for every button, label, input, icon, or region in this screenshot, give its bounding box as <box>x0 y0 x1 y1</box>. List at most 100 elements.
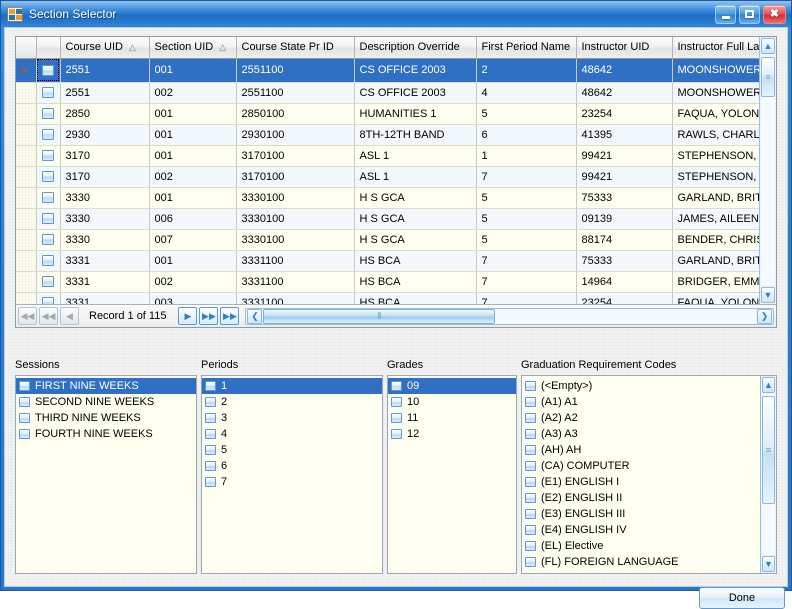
cell-course-uid[interactable]: 2930 <box>60 124 150 146</box>
checkbox-icon[interactable] <box>525 397 536 407</box>
checkbox-icon[interactable] <box>19 397 30 407</box>
current-row-indicator[interactable]: ▶ <box>16 58 37 83</box>
cell-course-state-pr-id[interactable]: 2930100 <box>236 124 355 146</box>
grades-list[interactable]: 09 10 11 12 <box>388 376 516 573</box>
grad-codes-vertical-scrollbar[interactable]: ▲ ≡ ▼ <box>760 376 776 573</box>
cell-course-uid[interactable]: 3330 <box>60 208 150 230</box>
cell-first-period-name[interactable]: 7 <box>476 250 577 272</box>
grid-hscroll-track[interactable]: ⦀ <box>263 308 756 324</box>
checkbox-icon[interactable] <box>525 509 536 519</box>
cell-section-uid[interactable]: 001 <box>149 58 237 83</box>
cell-course-state-pr-id[interactable]: 3330100 <box>236 187 355 209</box>
nav-last-record-button[interactable]: ▶▶ <box>220 307 240 325</box>
list-item[interactable]: SECOND NINE WEEKS <box>16 394 196 410</box>
checkbox-icon[interactable] <box>525 429 536 439</box>
checkbox-icon[interactable] <box>42 192 54 204</box>
nav-prev-record-button[interactable]: ◀ <box>60 307 79 325</box>
list-item[interactable]: 7 <box>202 474 382 490</box>
scroll-down-arrow-icon[interactable]: ▼ <box>761 287 775 303</box>
row-checkbox-cell[interactable] <box>36 292 61 304</box>
cell-section-uid[interactable]: 001 <box>149 145 237 167</box>
cell-course-uid[interactable]: 2551 <box>60 58 150 83</box>
nav-next-page-button[interactable]: ▶▶ <box>199 307 219 325</box>
cell-course-uid[interactable]: 2850 <box>60 103 150 125</box>
scroll-up-arrow-icon[interactable]: ▲ <box>761 38 775 54</box>
table-row[interactable]: 33310023331100HS BCA714964BRIDGER, EMMET… <box>16 271 759 293</box>
grad-codes-vscroll-thumb[interactable]: ≡ <box>762 396 775 504</box>
sessions-listbox[interactable]: FIRST NINE WEEKS SECOND NINE WEEKS THIRD N… <box>15 375 197 574</box>
list-item[interactable]: (E2) ENGLISH II <box>522 490 760 506</box>
nav-first-record-button[interactable]: ◀◀ <box>18 307 37 325</box>
cell-description-override[interactable]: H S GCA <box>354 187 477 209</box>
table-row[interactable]: 31700023170100ASL 1799421STEPHENSON, GHI… <box>16 166 759 188</box>
cell-section-uid[interactable]: 007 <box>149 229 237 251</box>
list-item[interactable]: (E3) ENGLISH III <box>522 506 760 522</box>
list-item[interactable]: (<Empty>) <box>522 378 760 394</box>
row-indicator[interactable] <box>16 103 37 125</box>
cell-description-override[interactable]: HS BCA <box>354 292 477 304</box>
cell-description-override[interactable]: ASL 1 <box>354 166 477 188</box>
table-row[interactable]: 33300073330100H S GCA588174BENDER, CHRIS… <box>16 229 759 251</box>
close-button[interactable]: ✖ <box>763 4 786 24</box>
checkbox-icon[interactable] <box>525 493 536 503</box>
row-indicator[interactable] <box>16 250 37 272</box>
checkbox-icon[interactable] <box>42 150 54 162</box>
checkbox-icon[interactable] <box>42 255 54 267</box>
cell-course-uid[interactable]: 3170 <box>60 145 150 167</box>
sections-data-grid[interactable]: Course UID △ Section UID △ Course State Pr… <box>15 36 777 328</box>
cell-description-override[interactable]: HS BCA <box>354 271 477 293</box>
table-row[interactable]: 2551 002 2551100 CS OFFICE 2003 4 48642 MOONSH… <box>16 82 759 104</box>
list-item[interactable]: 4 <box>202 426 382 442</box>
cell-instructor-full-last[interactable]: RAWLS, CHARLIE <box>672 124 759 146</box>
cell-section-uid[interactable]: 001 <box>149 124 237 146</box>
checkbox-icon[interactable] <box>391 381 402 391</box>
cell-first-period-name[interactable]: 5 <box>476 103 577 125</box>
list-item[interactable]: 12 <box>388 426 516 442</box>
cell-first-period-name[interactable]: 7 <box>476 166 577 188</box>
grad-codes-listbox[interactable]: (<Empty>) (A1) A1 (A2) A2 (A3) A3 (AH) AH (CA… <box>521 375 777 574</box>
cell-instructor-uid[interactable]: 75333 <box>576 187 673 209</box>
cell-course-state-pr-id[interactable]: 3331100 <box>236 292 355 304</box>
cell-description-override[interactable]: CS OFFICE 2003 <box>354 58 477 83</box>
cell-instructor-uid[interactable]: 88174 <box>576 229 673 251</box>
row-indicator[interactable] <box>16 187 37 209</box>
cell-description-override[interactable]: ASL 1 <box>354 145 477 167</box>
cell-course-state-pr-id[interactable]: 2850100 <box>236 103 355 125</box>
checkbox-icon[interactable] <box>42 171 54 183</box>
nav-prev-page-button[interactable]: ◀◀ <box>39 307 58 325</box>
list-item[interactable]: FOURTH NINE WEEKS <box>16 426 196 442</box>
cell-course-state-pr-id[interactable]: 3170100 <box>236 166 355 188</box>
scroll-right-arrow-icon[interactable]: ❯ <box>757 308 772 324</box>
checkbox-icon[interactable] <box>42 276 54 288</box>
row-indicator[interactable] <box>16 145 37 167</box>
checkbox-icon[interactable] <box>42 234 54 246</box>
done-button[interactable]: Done <box>699 587 785 609</box>
window-title-bar[interactable]: Section Selector ✖ <box>1 1 791 27</box>
table-row[interactable]: 33310013331100HS BCA775333GARLAND, BRITT… <box>16 250 759 272</box>
cell-first-period-name[interactable]: 1 <box>476 145 577 167</box>
list-item[interactable]: (CA) COMPUTER <box>522 458 760 474</box>
grad-codes-list[interactable]: (<Empty>) (A1) A1 (A2) A2 (A3) A3 (AH) AH (CA… <box>522 376 760 573</box>
checkbox-icon[interactable] <box>205 397 216 407</box>
column-header-first-period-name[interactable]: First Period Name <box>476 37 577 59</box>
checkbox-icon[interactable] <box>205 429 216 439</box>
list-item[interactable]: 10 <box>388 394 516 410</box>
scroll-left-arrow-icon[interactable]: ❮ <box>247 308 263 324</box>
cell-section-uid[interactable]: 003 <box>149 292 237 304</box>
checkbox-icon[interactable] <box>525 461 536 471</box>
list-item[interactable]: (A2) A2 <box>522 410 760 426</box>
scroll-up-arrow-icon[interactable]: ▲ <box>762 377 775 393</box>
grad-codes-vscroll-track[interactable]: ≡ <box>762 394 775 555</box>
cell-instructor-uid[interactable]: 48642 <box>576 58 673 83</box>
cell-section-uid[interactable]: 006 <box>149 208 237 230</box>
table-row[interactable]: 31700013170100ASL 1199421STEPHENSON, GHI… <box>16 145 759 167</box>
sessions-list[interactable]: FIRST NINE WEEKS SECOND NINE WEEKS THIRD N… <box>16 376 196 573</box>
list-item[interactable]: THIRD NINE WEEKS <box>16 410 196 426</box>
checkbox-icon[interactable] <box>391 397 402 407</box>
grid-hscroll-thumb[interactable]: ⦀ <box>263 308 495 324</box>
cell-instructor-full-last[interactable]: BENDER, CHRISTOB <box>672 229 759 251</box>
cell-description-override[interactable]: H S GCA <box>354 229 477 251</box>
row-checkbox-cell[interactable] <box>36 229 61 251</box>
grid-vscroll-track[interactable]: ≡ <box>761 55 775 286</box>
table-row[interactable]: 3330 006 3330100 H S GCA 5 09139 JAMES, AILEEN <box>16 208 759 230</box>
